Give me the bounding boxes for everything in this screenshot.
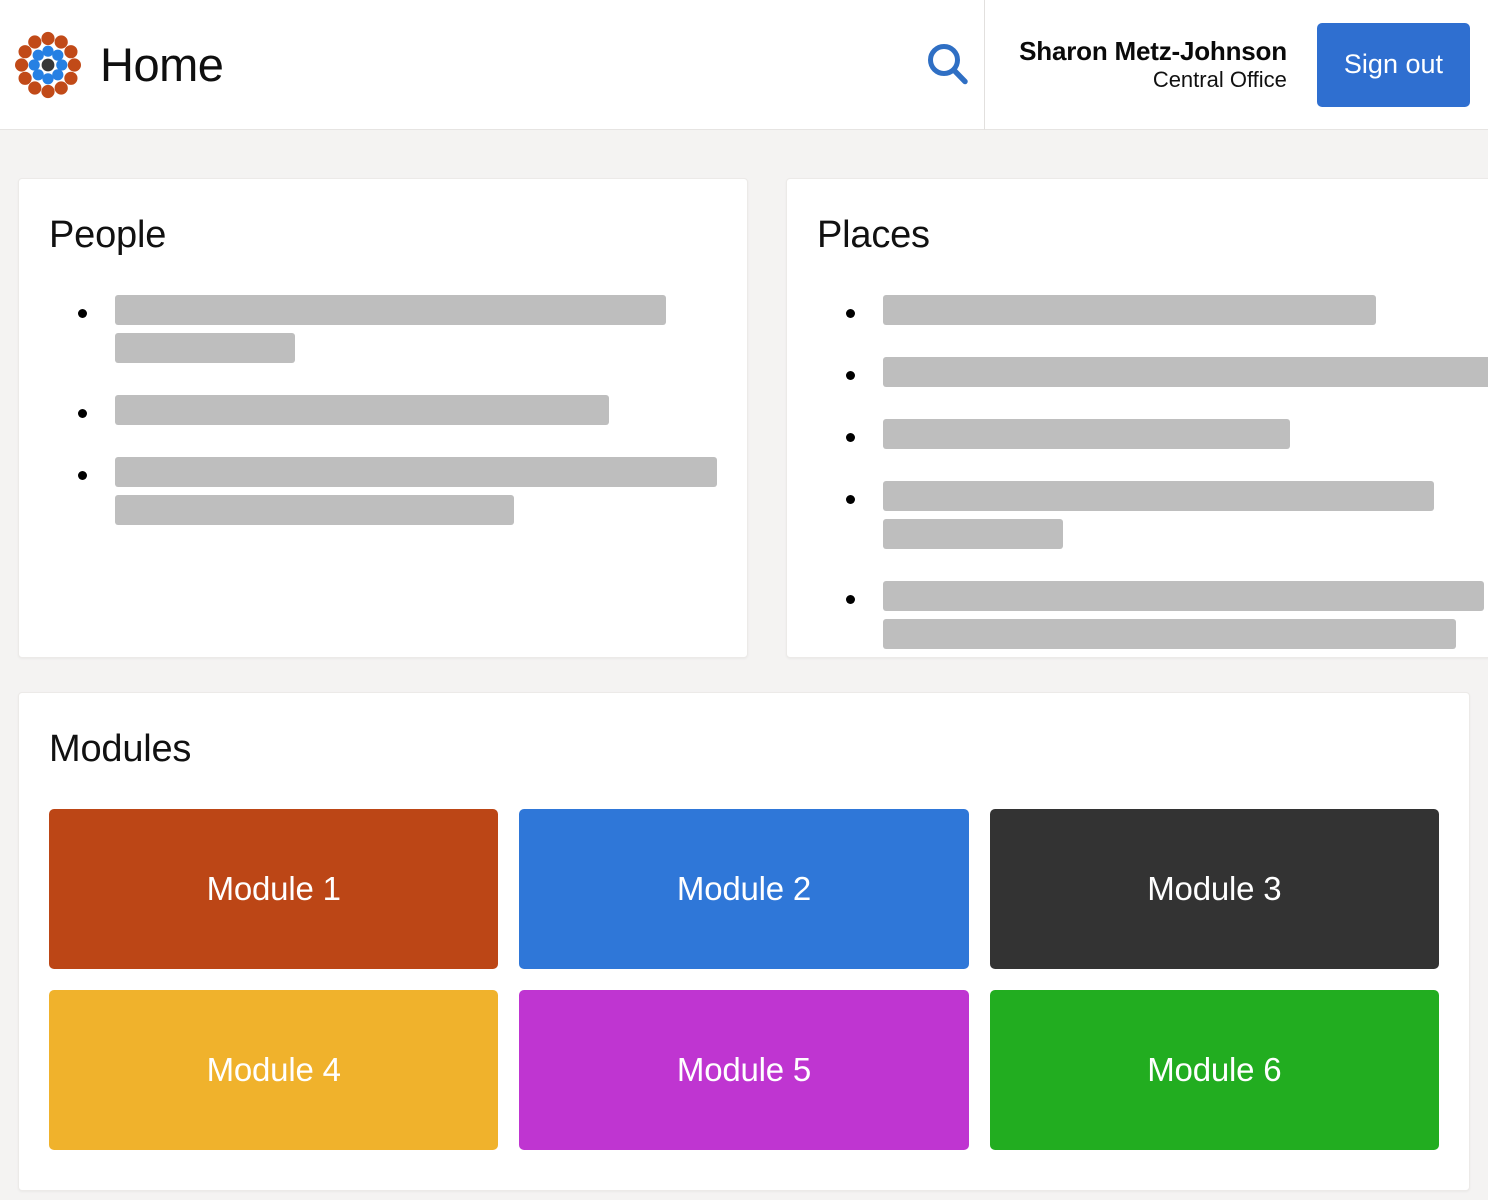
skeleton-line xyxy=(883,418,1290,449)
main-content: People Places Modules Module 1 Module 2 Mo… xyxy=(0,130,1488,1200)
skeleton-line xyxy=(883,356,1488,387)
skeleton-line xyxy=(115,294,666,325)
list-item[interactable] xyxy=(817,356,1488,387)
skeleton-line xyxy=(883,480,1434,511)
search-button[interactable] xyxy=(912,0,984,130)
page-title: Home xyxy=(100,38,224,91)
skeleton-line xyxy=(115,494,514,525)
list-item[interactable] xyxy=(817,418,1488,449)
module-tile-6[interactable]: Module 6 xyxy=(989,989,1439,1150)
sign-out-button[interactable]: Sign out xyxy=(1316,22,1470,107)
module-tile-4[interactable]: Module 4 xyxy=(49,989,499,1150)
modules-grid: Module 1 Module 2 Module 3 Module 4 Module 5… xyxy=(49,808,1439,1150)
brand: Home xyxy=(0,31,224,99)
list-item[interactable] xyxy=(817,580,1488,649)
header-user-area: Sharon Metz-Johnson Central Office Sign … xyxy=(984,0,1488,130)
search-icon xyxy=(922,39,974,91)
skeleton-line xyxy=(115,332,295,363)
user-info: Sharon Metz-Johnson Central Office xyxy=(1019,35,1317,93)
skeleton-line xyxy=(115,456,717,487)
skeleton-line xyxy=(115,394,609,425)
skeleton-line xyxy=(883,294,1376,325)
skeleton-line xyxy=(883,618,1456,649)
places-card: Places xyxy=(786,178,1488,658)
app-header: Home Sharon Metz-Johnson Central Office … xyxy=(0,0,1488,130)
people-card-title: People xyxy=(49,214,167,256)
people-list xyxy=(49,294,717,525)
skeleton-line xyxy=(883,580,1484,611)
module-tile-3[interactable]: Module 3 xyxy=(989,808,1439,969)
list-item[interactable] xyxy=(49,294,717,363)
flower-dots-logo-icon xyxy=(14,31,82,99)
module-tile-5[interactable]: Module 5 xyxy=(519,989,969,1150)
places-list xyxy=(817,294,1488,649)
people-card: People xyxy=(18,178,748,658)
modules-card: Modules Module 1 Module 2 Module 3 Module 4… xyxy=(18,692,1470,1191)
user-organization: Central Office xyxy=(1152,66,1287,92)
list-item[interactable] xyxy=(817,480,1488,549)
modules-card-title: Modules xyxy=(49,728,192,770)
list-item[interactable] xyxy=(49,456,717,525)
module-tile-2[interactable]: Module 2 xyxy=(519,808,969,969)
module-tile-1[interactable]: Module 1 xyxy=(49,808,499,969)
skeleton-line xyxy=(883,518,1063,549)
top-card-row: People Places xyxy=(18,178,1488,658)
list-item[interactable] xyxy=(817,294,1488,325)
list-item[interactable] xyxy=(49,394,717,425)
user-name: Sharon Metz-Johnson xyxy=(1019,35,1287,66)
places-card-title: Places xyxy=(817,214,930,256)
